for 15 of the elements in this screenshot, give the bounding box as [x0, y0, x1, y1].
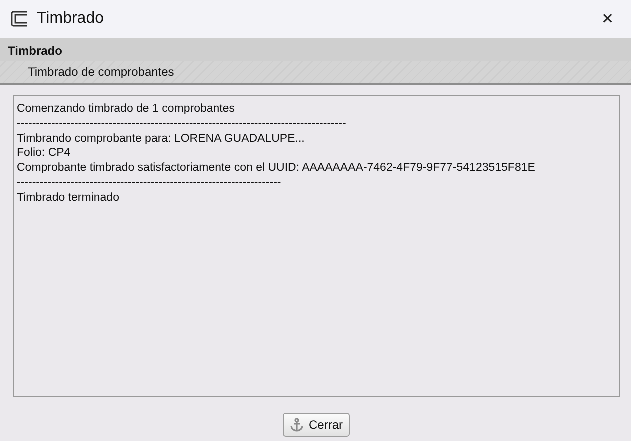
log-line: Comenzando timbrado de 1 comprobantes — [17, 102, 236, 117]
window-title: Timbrado — [37, 10, 104, 28]
log-line: Folio: CP4 — [17, 146, 72, 162]
log-line: --------------------------------------------------------------------- — [17, 176, 282, 191]
anchor-icon — [290, 418, 304, 432]
header-title: Timbrado — [0, 38, 631, 61]
log-line: Comprobante timbrado satisfactoriamente con el UUID: AAAAAAAA-7462-4F79-9F77-54123515F81E — [17, 161, 536, 176]
close-button[interactable]: ✕ — [585, 0, 631, 38]
log-line: -------------------------------------------------------------------------------------- — [17, 116, 348, 132]
log-text-area[interactable] — [13, 95, 620, 397]
log-line: Timbrando comprobante para: LORENA GUADALUPE... — [17, 132, 306, 146]
app-icon — [11, 11, 29, 27]
log-line: Timbrado terminado — [17, 190, 120, 206]
header-subtitle: Timbrado de comprobantes — [27, 64, 176, 81]
close-button[interactable]: Cerrar — [282, 413, 350, 437]
